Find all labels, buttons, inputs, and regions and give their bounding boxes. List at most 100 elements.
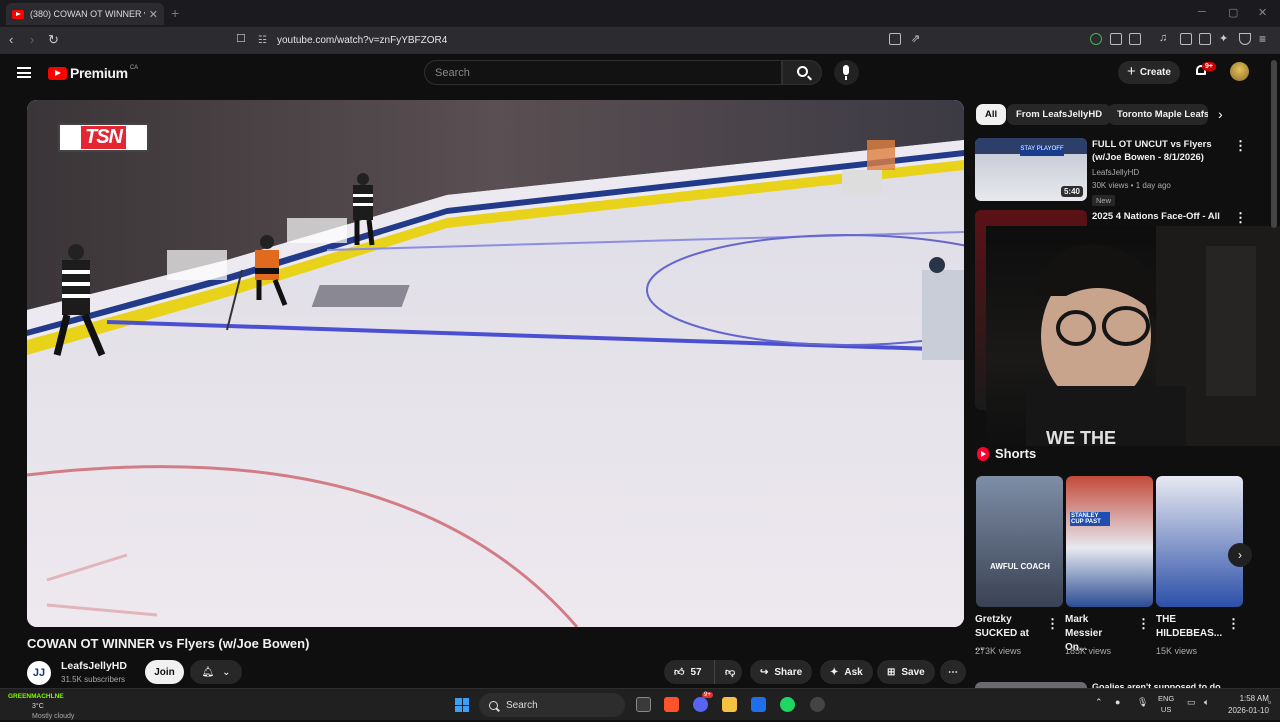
browser-tab[interactable]: (380) COWAN OT WINNER vs Fly ✕ [6, 3, 164, 25]
chip-all[interactable]: All [976, 104, 1007, 125]
menu-icon[interactable]: ≡ [1259, 32, 1266, 46]
subscribe-notifications-button[interactable]: 🔔︎ ⌄ [190, 660, 242, 684]
taskbar-search[interactable]: Search [479, 693, 625, 717]
thumbs-down-icon: 👎︎ [725, 667, 736, 678]
notification-count-badge: 9+ [1202, 62, 1216, 71]
more-vertical-icon[interactable]: ⋮ [1234, 210, 1247, 226]
rec-meta: 30K views • 1 day ago [1092, 181, 1171, 190]
channel-name[interactable]: LeafsJellyHD [61, 660, 127, 672]
short-thumbnail[interactable]: AWFUL COACH [976, 476, 1063, 607]
more-actions-button[interactable]: ⋯ [940, 660, 966, 684]
maximize-icon[interactable]: ▢ [1228, 6, 1238, 19]
notification-center-icon[interactable]: ▫ [1268, 697, 1271, 707]
site-info-icon[interactable]: ☷ [258, 35, 267, 46]
tab-close-icon[interactable]: ✕ [149, 8, 158, 21]
reload-icon[interactable]: ↻ [48, 32, 59, 48]
shorts-next-button[interactable]: › [1228, 543, 1252, 567]
ask-label: Ask [844, 666, 863, 678]
search-input[interactable] [425, 61, 781, 84]
windows-start-icon[interactable] [455, 698, 469, 712]
scrollbar[interactable] [1271, 60, 1277, 228]
obs-icon[interactable] [810, 697, 825, 712]
channel-avatar[interactable]: JJ [27, 661, 51, 685]
share-button[interactable]: ↪ Share [750, 660, 813, 684]
vpn-icon[interactable] [1239, 33, 1251, 45]
share-page-icon[interactable]: ⇗ [911, 32, 920, 45]
save-button[interactable]: ⊞ Save [877, 660, 935, 684]
spotify-icon[interactable] [780, 697, 795, 712]
microphone-icon[interactable]: 🎙︎ [1137, 697, 1148, 708]
discord-icon[interactable] [693, 697, 708, 712]
music-icon[interactable]: ♫ [1159, 32, 1167, 44]
new-tab-icon[interactable]: + [171, 5, 179, 21]
more-vertical-icon[interactable]: ⋮ [1234, 138, 1247, 154]
hamburger-menu-icon[interactable] [17, 67, 31, 78]
mail-icon[interactable] [751, 697, 766, 712]
language-indicator[interactable]: ENG US [1158, 693, 1174, 715]
youtube-logo-icon [48, 66, 67, 80]
brave-browser-icon[interactable] [664, 697, 679, 712]
short-caption: STANLEY CUP PAST [1070, 512, 1110, 526]
duration-badge: 5:40 [1060, 186, 1083, 197]
short-title[interactable]: THE HILDEBEAS... [1156, 613, 1222, 641]
back-icon[interactable]: ‹ [9, 32, 13, 47]
chevron-right-icon: › [1238, 548, 1242, 562]
defender-figure [922, 257, 964, 360]
bookmark-icon[interactable]: ☐ [236, 32, 246, 45]
search-button[interactable] [782, 60, 822, 85]
clock[interactable]: 1:58 AM 2026-01-10 [1228, 693, 1269, 717]
like-button[interactable]: 👍︎ 57 [664, 660, 714, 684]
join-button[interactable]: Join [145, 660, 184, 684]
forward-icon[interactable]: › [30, 32, 34, 47]
minimize-icon[interactable]: ─ [1198, 6, 1206, 18]
save-label: Save [901, 666, 925, 678]
video-thumbnail[interactable]: STAY PLAYOFF 5:40 [975, 138, 1087, 201]
chip-toronto-maple-leafs[interactable]: Toronto Maple Leafs [1108, 104, 1208, 125]
webcam-overlay: WE THE [986, 226, 1280, 446]
dislike-button[interactable]: 👎︎ [714, 660, 742, 684]
shorts-icon [977, 446, 989, 461]
svg-text:WE THE: WE THE [1046, 428, 1116, 446]
like-count: 57 [690, 666, 702, 678]
short-thumbnail[interactable] [1156, 476, 1243, 607]
ask-button[interactable]: ✦ Ask [820, 660, 873, 684]
address-bar[interactable]: ☷ youtube.com/watch?v=znFyYBFZOR4 [258, 30, 978, 51]
more-vertical-icon[interactable]: ⋮ [1227, 616, 1240, 632]
short-thumbnail[interactable]: STANLEY CUP PAST [1066, 476, 1153, 607]
extension-icon[interactable] [1110, 33, 1122, 45]
tray-app-icon[interactable]: ● [1115, 697, 1120, 707]
rec-channel[interactable]: LeafsJellyHD [1092, 168, 1139, 177]
country-code: CA [129, 65, 139, 71]
voice-search-icon[interactable] [834, 60, 859, 85]
volume-icon[interactable]: 🔈︎ [1204, 697, 1209, 708]
rec-title[interactable]: FULL OT UNCUT vs Flyers (w/Joe Bowen - 8… [1092, 138, 1228, 164]
wallet-icon[interactable] [1199, 33, 1211, 45]
windows-taskbar: GREENMACHLNE 3°C Mostly cloudy Search 9+… [0, 688, 1280, 720]
video-player[interactable]: TSN [27, 100, 964, 627]
share-icon: ↪ [760, 666, 769, 678]
task-view-icon[interactable] [636, 697, 651, 712]
weather-widget[interactable]: GREENMACHLNE 3°C Mostly cloudy [8, 692, 74, 722]
create-button[interactable]: + Create [1118, 61, 1180, 84]
short-views: 185K views [1065, 646, 1112, 656]
tray-chevron-up-icon[interactable]: ⌃ [1095, 697, 1103, 708]
shorts-heading: Shorts [977, 446, 1036, 461]
sidebar-icon[interactable] [1180, 33, 1192, 45]
browser-nav-bar: ‹ › ↻ ☐ ☷ youtube.com/watch?v=znFyYBFZOR… [0, 27, 1280, 73]
network-icon[interactable]: ▭ [1187, 697, 1196, 708]
search-box[interactable] [424, 60, 782, 85]
more-vertical-icon[interactable]: ⋮ [1046, 616, 1059, 632]
more-vertical-icon[interactable]: ⋮ [1137, 616, 1150, 632]
chevron-right-icon[interactable]: › [1218, 106, 1223, 122]
cast-icon[interactable] [889, 33, 901, 45]
account-avatar[interactable] [1230, 62, 1249, 81]
youtube-header: Premium CA + Create 9+ [0, 54, 1280, 92]
rec-title[interactable]: 2025 4 Nations Face-Off - All [1092, 210, 1232, 223]
chip-from-channel[interactable]: From LeafsJellyHD [1007, 104, 1112, 125]
extension-icon[interactable] [1090, 33, 1102, 45]
window-close-icon[interactable]: ✕ [1258, 6, 1267, 19]
file-explorer-icon[interactable] [722, 697, 737, 712]
youtube-premium-logo[interactable]: Premium CA [48, 65, 138, 81]
extension-icon[interactable] [1129, 33, 1141, 45]
leo-ai-icon[interactable]: ✦ [1219, 32, 1228, 45]
